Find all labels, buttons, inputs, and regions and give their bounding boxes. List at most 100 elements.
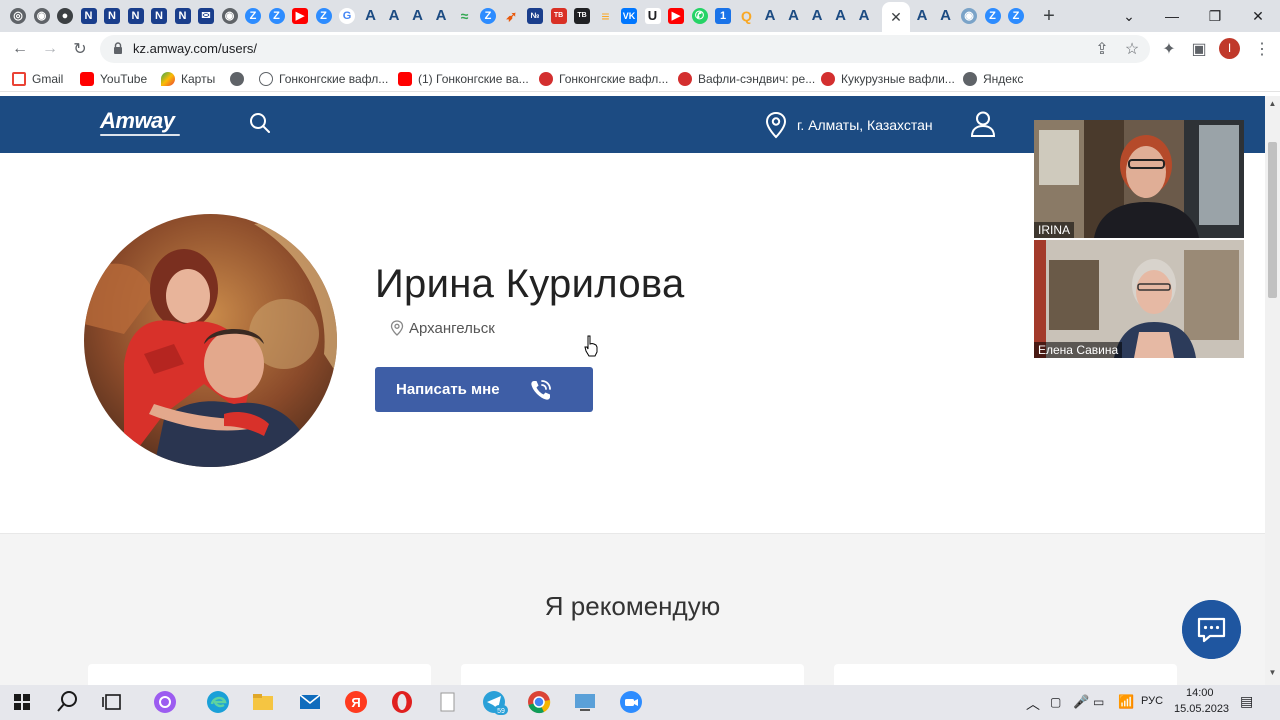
amway-tab-icon[interactable]: A [760, 6, 780, 26]
scroll-up-icon[interactable]: ▲ [1267, 99, 1278, 109]
tray-chevron-icon[interactable]: ︿ [1026, 694, 1040, 714]
profile-avatar[interactable]: I [1219, 38, 1240, 59]
opera-icon[interactable] [388, 688, 416, 716]
globe-tab-icon[interactable]: ◉ [220, 6, 240, 26]
telegram-icon[interactable]: 59 [480, 688, 508, 716]
one-tab-icon[interactable]: 1 [713, 6, 733, 26]
n-tab-icon[interactable]: N [173, 6, 193, 26]
scrollbar-thumb[interactable] [1268, 142, 1277, 298]
amway-tab-icon[interactable]: A [431, 6, 451, 26]
amway-logo[interactable]: Amway [100, 108, 175, 134]
back-arrow-icon[interactable]: ← [8, 37, 32, 61]
notifications-icon[interactable]: ▤ [1240, 693, 1253, 710]
chrome-tab-icon[interactable]: ● [55, 6, 75, 26]
zoom-tab-icon[interactable]: Z [1006, 6, 1026, 26]
bookmark-waffles-2[interactable]: (1) Гонконгские ва... [398, 70, 529, 88]
youtube-tab-icon[interactable]: ▶ [290, 6, 310, 26]
news-tab-icon[interactable]: № [525, 6, 545, 26]
bookmark-maps[interactable]: Карты [161, 70, 215, 88]
battery-icon[interactable]: ▭ [1093, 695, 1104, 709]
amway-tab-icon[interactable]: A [784, 6, 804, 26]
feather-tab-icon[interactable]: ➶ [502, 6, 522, 26]
microphone-icon[interactable]: 🎤 [1073, 694, 1089, 710]
windows-start-icon[interactable] [8, 688, 36, 716]
extensions-icon[interactable]: ✦ [1157, 37, 1181, 61]
bookmark-globe[interactable] [230, 70, 244, 88]
zoom-tab-icon[interactable]: Z [243, 6, 263, 26]
bookmark-waffles-4[interactable]: Вафли-сэндвич: ре... [678, 70, 815, 88]
share-icon[interactable]: ⇪ [1090, 37, 1114, 61]
globe-tab-icon[interactable]: ◉ [32, 6, 52, 26]
menu-dots-icon[interactable]: ⋮ [1250, 37, 1274, 61]
side-panel-icon[interactable]: ▣ [1187, 37, 1211, 61]
bookmark-gmail[interactable]: Gmail [12, 70, 63, 88]
new-tab-icon[interactable]: + [1038, 4, 1060, 28]
n-tab-icon[interactable]: N [79, 6, 99, 26]
active-tab-close-icon[interactable]: ✕ [882, 2, 910, 32]
n-tab-icon[interactable]: N [102, 6, 122, 26]
tv-tab-icon[interactable]: ТВ [572, 6, 592, 26]
write-me-button[interactable]: Написать мне [375, 367, 593, 412]
zoom-tab-icon[interactable]: Z [267, 6, 287, 26]
address-bar[interactable] [100, 35, 1150, 63]
edge-icon[interactable] [204, 688, 232, 716]
location-pin-icon[interactable] [765, 111, 787, 139]
google-tab-icon[interactable]: G [337, 6, 357, 26]
user-account-icon[interactable] [970, 110, 996, 138]
amway-tab-icon[interactable]: A [854, 6, 874, 26]
bookmark-waffles-5[interactable]: Кукурузные вафли... [821, 70, 955, 88]
forward-arrow-icon[interactable]: → [38, 37, 62, 61]
yandex-browser-icon[interactable]: Я [342, 688, 370, 716]
alice-assistant-icon[interactable] [151, 688, 179, 716]
amway-tab-icon[interactable]: A [807, 6, 827, 26]
bookmark-star-icon[interactable]: ☆ [1120, 37, 1144, 61]
youtube-tab-icon[interactable]: ▶ [666, 6, 686, 26]
amway-tab-icon[interactable]: A [361, 6, 381, 26]
minimize-icon[interactable]: — [1150, 0, 1194, 32]
zoom-tab-icon[interactable]: Z [478, 6, 498, 26]
vk-tab-icon[interactable]: VK [619, 6, 639, 26]
whatsapp-tab-icon[interactable]: ✆ [690, 6, 710, 26]
amway-tab-icon[interactable]: A [831, 6, 851, 26]
amway-tab-icon[interactable]: A [936, 6, 956, 26]
product-card[interactable] [88, 664, 431, 685]
clock-time[interactable]: 14:00 [1186, 687, 1214, 699]
bookmark-yandex[interactable]: Яндекс [963, 70, 1023, 88]
language-indicator[interactable]: РУС [1141, 695, 1163, 707]
wifi-icon[interactable]: 📶 [1118, 694, 1134, 710]
clock-date[interactable]: 15.05.2023 [1174, 703, 1229, 715]
u-tab-icon[interactable]: U [643, 6, 663, 26]
video-tile-elena[interactable]: Елена Савина [1034, 240, 1244, 358]
amway-tab-icon[interactable]: A [912, 6, 932, 26]
scroll-down-icon[interactable]: ▼ [1267, 668, 1278, 678]
bookmark-waffles-3[interactable]: Гонконгские вафл... [539, 70, 668, 88]
chrome-tab-icon[interactable]: ◎ [8, 6, 28, 26]
close-window-icon[interactable]: ✕ [1236, 0, 1280, 32]
search-tab-icon[interactable]: Q [737, 6, 757, 26]
zoom-tab-icon[interactable]: Z [314, 6, 334, 26]
n-tab-icon[interactable]: N [149, 6, 169, 26]
tab-search-chevron-icon[interactable]: ⌄ [1107, 0, 1151, 32]
mail-icon[interactable] [296, 688, 324, 716]
meet-now-icon[interactable]: ▢ [1050, 695, 1061, 709]
wave-tab-icon[interactable]: ≈ [455, 6, 475, 26]
product-card[interactable] [461, 664, 804, 685]
amway-tab-icon[interactable]: A [384, 6, 404, 26]
tv-tab-icon[interactable]: ТВ [549, 6, 569, 26]
address-url[interactable]: kz.amway.com/users/ [133, 41, 257, 56]
video-tile-irina[interactable]: IRINA [1034, 120, 1244, 238]
n-tab-icon[interactable]: N [126, 6, 146, 26]
globe-tab-icon[interactable]: ◉ [959, 6, 979, 26]
chat-button[interactable] [1182, 600, 1241, 659]
zoom-taskbar-icon[interactable] [617, 688, 645, 716]
reload-icon[interactable]: ↻ [68, 37, 92, 61]
bookmark-youtube[interactable]: YouTube [80, 70, 147, 88]
product-card[interactable] [834, 664, 1177, 685]
task-view-icon[interactable] [99, 688, 127, 716]
chrome-taskbar-icon[interactable] [525, 688, 553, 716]
restore-icon[interactable]: ❐ [1193, 0, 1237, 32]
remote-desktop-icon[interactable] [571, 688, 599, 716]
zoom-tab-icon[interactable]: Z [983, 6, 1003, 26]
location-selector[interactable]: г. Алматы, Казахстан [797, 117, 933, 133]
search-taskbar-icon[interactable] [54, 688, 82, 716]
